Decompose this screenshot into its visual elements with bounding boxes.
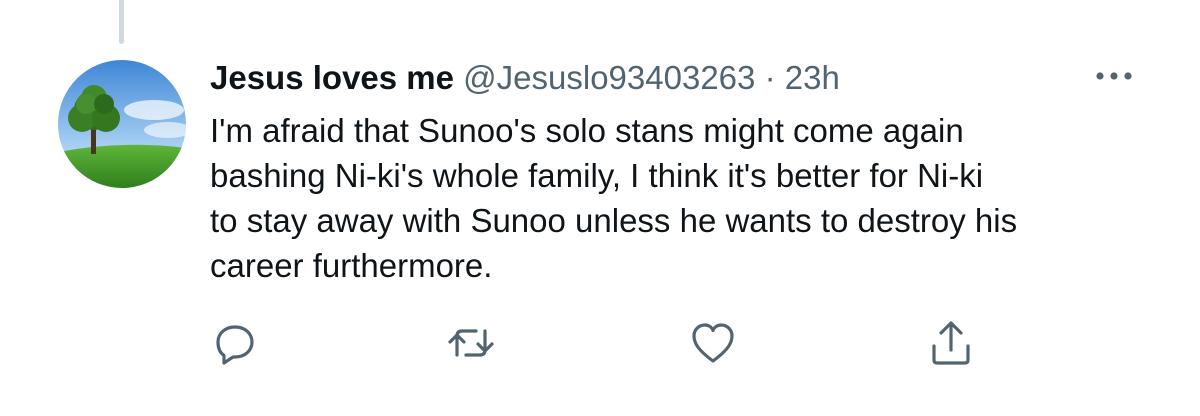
- retweet-button[interactable]: [446, 318, 496, 368]
- thread-connector-line: [119, 0, 124, 44]
- share-button[interactable]: [926, 318, 976, 368]
- retweet-icon: [448, 329, 494, 357]
- tweet-timestamp[interactable]: 23h: [785, 59, 840, 96]
- avatar[interactable]: [58, 60, 186, 188]
- author-display-name[interactable]: Jesus loves me: [210, 59, 454, 96]
- tweet-text: I'm afraid that Sunoo's solo stans might…: [210, 112, 1018, 284]
- share-icon: [932, 321, 970, 365]
- tweet-header: Jesus loves me @Jesuslo93403263 · 23h: [210, 56, 840, 100]
- tree-landscape-icon: [58, 60, 186, 188]
- heart-icon: [692, 323, 734, 363]
- more-options-icon[interactable]: [1090, 64, 1138, 88]
- reply-icon: [216, 325, 254, 365]
- like-button[interactable]: [688, 318, 738, 368]
- reply-button[interactable]: [210, 318, 260, 368]
- tweet-actions-bar: [0, 318, 1200, 368]
- header-separator: ·: [764, 59, 776, 96]
- author-handle[interactable]: @Jesuslo93403263: [463, 59, 755, 96]
